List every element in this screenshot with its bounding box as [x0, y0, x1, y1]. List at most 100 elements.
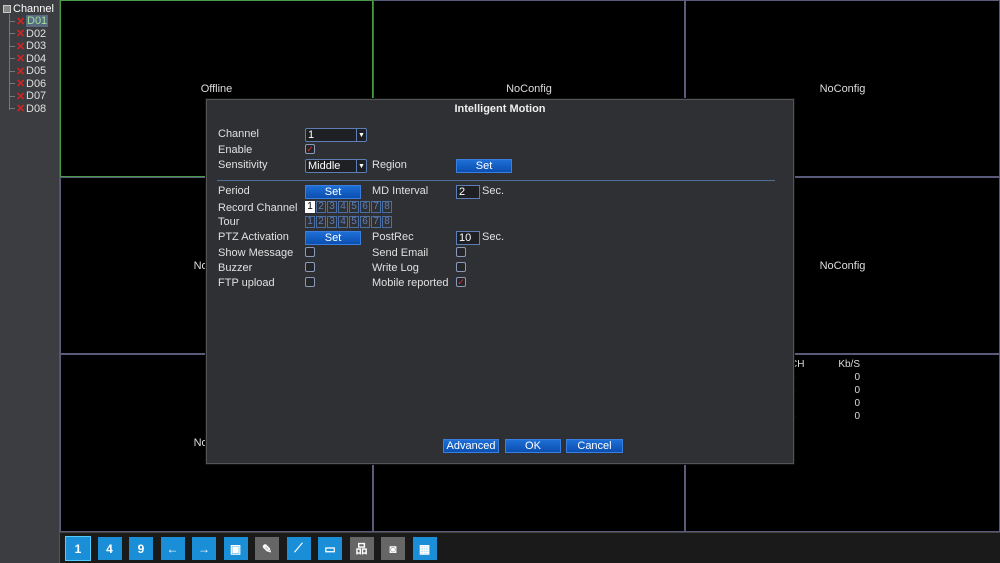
arrow-left-icon[interactable]: ← — [160, 537, 185, 560]
chevron-down-icon: ▼ — [356, 160, 366, 172]
network-icon[interactable]: 品 — [349, 537, 374, 560]
ch-header: CH — [790, 359, 805, 370]
offline-x-icon: ✕ — [16, 78, 26, 90]
ch-value: 7 — [790, 398, 830, 411]
channel-toggle[interactable]: 8 — [382, 216, 392, 228]
channel-toggle[interactable]: 5 — [349, 201, 359, 213]
channel-tree-header[interactable]: Channel — [3, 3, 54, 15]
buzzer-checkbox[interactable] — [305, 262, 315, 272]
layout-1-icon[interactable]: 1 — [65, 536, 91, 561]
offline-x-icon: ✕ — [16, 40, 26, 53]
tree-branch — [10, 70, 15, 72]
tour-label: Tour — [218, 216, 240, 228]
tree-branch — [10, 20, 15, 22]
tree-branch — [10, 45, 15, 47]
chart-icon[interactable]: ⟋ — [286, 537, 311, 560]
layout-4-icon[interactable]: 4 — [97, 537, 122, 560]
channel-toggle[interactable]: 4 — [338, 216, 348, 228]
mobile-reported-checkbox[interactable]: ✓ — [456, 277, 466, 287]
monitor-icon[interactable]: ▭ — [318, 537, 342, 560]
channel-item[interactable]: ✕ D06 — [10, 78, 46, 90]
channel-toggle[interactable]: 6 — [360, 201, 370, 213]
ptz-camera-icon[interactable]: ✎ — [255, 537, 279, 560]
advanced-button[interactable]: Advanced — [443, 439, 499, 453]
channel-toggle[interactable]: 2 — [316, 201, 326, 213]
channel-name: D05 — [26, 65, 47, 77]
channel-toggle[interactable]: 1 — [305, 201, 315, 213]
channel-item[interactable]: ✕ D07 — [10, 90, 47, 103]
region-label: Region — [372, 159, 407, 171]
ch-value: 5 — [790, 372, 830, 385]
channel-toggle[interactable]: 1 — [305, 216, 315, 228]
kbs-value: 0 — [854, 385, 860, 396]
intelligent-motion-dialog: Intelligent Motion Channel 1 ▼ Enable ✓ S… — [206, 99, 794, 464]
write-log-label: Write Log — [372, 262, 419, 274]
layout-9-icon[interactable]: 9 — [129, 537, 153, 560]
tree-branch — [10, 33, 15, 34]
tour-selector: 12345678 — [305, 216, 392, 228]
channel-value: 1 — [308, 129, 315, 141]
region-set-button[interactable]: Set — [456, 159, 512, 173]
channel-item[interactable]: ✕ D01 — [10, 15, 49, 28]
offline-x-icon: ✕ — [16, 28, 26, 40]
channel-select[interactable]: 1 ▼ — [305, 128, 367, 142]
channel-toggle[interactable]: 3 — [327, 201, 337, 213]
postrec-input[interactable]: 10 — [456, 231, 480, 245]
cell-status: NoConfig — [506, 83, 552, 95]
kbs-value: 0 — [854, 372, 860, 383]
cell-status: Offline — [200, 83, 233, 95]
channel-name: D03 — [26, 40, 47, 52]
tree-branch — [10, 108, 15, 109]
channel-toggle[interactable]: 2 — [316, 216, 326, 228]
channel-toggle[interactable]: 7 — [371, 216, 381, 228]
channel-item[interactable]: ✕ D05 — [10, 65, 47, 78]
ptz-label: PTZ Activation — [218, 231, 289, 243]
channel-toggle[interactable]: 7 — [371, 201, 381, 213]
cell-status: NoConfig — [819, 83, 866, 95]
bitrate-table: CHKb/S50607080 — [790, 359, 860, 424]
md-interval-label: MD Interval — [372, 185, 429, 197]
channel-toggle[interactable]: 8 — [382, 201, 392, 213]
cancel-button[interactable]: Cancel — [566, 439, 623, 453]
offline-x-icon: ✕ — [16, 15, 26, 28]
channel-toggle[interactable]: 5 — [349, 216, 359, 228]
send-email-checkbox[interactable] — [456, 247, 466, 257]
arrow-right-icon[interactable]: → — [192, 537, 216, 560]
tree-branch — [10, 58, 15, 59]
bitrate-row: 70 — [790, 398, 860, 411]
postrec-unit: Sec. — [482, 231, 505, 243]
md-interval-input[interactable]: 2 — [456, 185, 480, 199]
collapse-icon[interactable] — [3, 5, 11, 13]
sensitivity-select[interactable]: Middle ▼ — [305, 159, 367, 173]
channel-toggle[interactable]: 6 — [360, 216, 370, 228]
ch-value: 8 — [790, 411, 830, 424]
ftp-upload-checkbox[interactable] — [305, 277, 315, 287]
write-log-checkbox[interactable] — [456, 262, 466, 272]
ptz-set-button[interactable]: Set — [305, 231, 361, 245]
fullscreen-icon[interactable]: ▣ — [223, 537, 248, 560]
bitrate-row: 60 — [790, 385, 860, 398]
channel-item[interactable]: ✕ D02 — [10, 28, 46, 40]
channel-tree-title: Channel — [13, 3, 54, 15]
enable-checkbox[interactable]: ✓ — [305, 144, 315, 154]
dialog-title: Intelligent Motion — [454, 103, 546, 115]
channel-name: D06 — [26, 77, 47, 90]
channel-name: D07 — [26, 90, 47, 102]
qr-code-icon[interactable]: ▦ — [412, 537, 437, 560]
kbs-value: 0 — [854, 411, 860, 422]
period-set-button[interactable]: Set — [305, 185, 361, 199]
ok-button[interactable]: OK — [505, 439, 561, 453]
show-message-checkbox[interactable] — [305, 247, 315, 257]
channel-toggle[interactable]: 3 — [327, 216, 337, 228]
channel-item[interactable]: ✕ D08 — [10, 103, 46, 115]
channel-item[interactable]: ✕ D03 — [10, 40, 47, 53]
tree-branch — [10, 95, 15, 97]
channel-toggle[interactable]: 4 — [338, 201, 348, 213]
kbs-header: Kb/S — [838, 359, 860, 370]
channel-label: Channel — [218, 128, 259, 140]
hdd-icon[interactable]: ◙ — [381, 537, 405, 560]
postrec-label: PostRec — [372, 231, 414, 243]
ch-value: 6 — [790, 385, 830, 398]
show-message-label: Show Message — [218, 247, 294, 259]
channel-item[interactable]: ✕ D04 — [10, 53, 46, 65]
